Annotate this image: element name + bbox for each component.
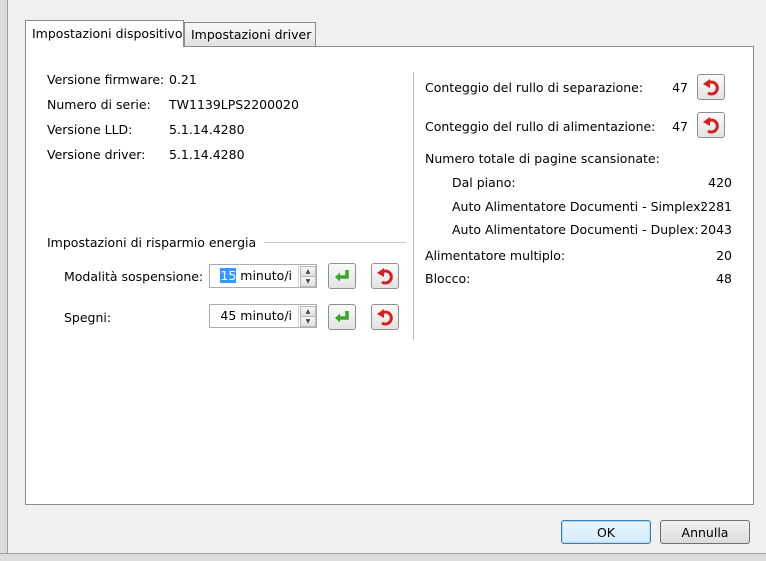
flatbed-label: Dal piano: [452,175,516,190]
sleep-mode-stepper[interactable]: 15 minuto/i ▲ ▼ [209,264,317,288]
driver-label: Versione driver: [47,147,146,162]
separation-roller-label: Conteggio del rullo di separazione: [425,80,644,95]
spin-down-icon[interactable]: ▼ [300,276,316,287]
spin-down-icon[interactable]: ▼ [300,316,316,327]
driver-value: 5.1.14.4280 [169,147,245,162]
lld-label: Versione LLD: [47,122,133,137]
feed-roller-label: Conteggio del rullo di alimentazione: [425,119,656,134]
sleep-mode-spin-buttons: ▲ ▼ [298,265,316,287]
sleep-mode-number: 15 [220,268,237,283]
tab-driver-settings[interactable]: Impostazioni driver [184,22,316,46]
flatbed-value: 420 [708,175,732,190]
jam-value: 48 [716,271,732,286]
serial-label: Numero di serie: [47,97,151,112]
total-pages-label: Numero totale di pagine scansionate: [425,151,660,166]
serial-value: TW1139LPS2200020 [169,97,299,112]
reset-red-undo-icon [703,79,719,96]
adf-simplex-label: Auto Alimentatore Documenti - Simplex: [452,199,705,214]
cancel-button[interactable]: Annulla [660,520,750,544]
sleep-apply-button[interactable] [328,263,356,289]
power-off-apply-button[interactable] [328,304,356,330]
reset-separation-roller-button[interactable] [697,74,725,100]
power-off-number: 45 [220,308,237,323]
lld-value: 5.1.14.4280 [169,122,245,137]
power-off-reset-button[interactable] [371,304,399,330]
power-off-value[interactable]: 45 minuto/i [220,308,292,323]
power-off-stepper[interactable]: 45 minuto/i ▲ ▼ [209,304,317,328]
sleep-mode-value[interactable]: 15 minuto/i [220,268,292,283]
separation-roller-value: 47 [672,80,688,95]
window-frame-bottom [0,553,766,561]
power-off-spin-buttons: ▲ ▼ [298,305,316,327]
power-off-label: Spegni: [64,310,112,325]
adf-duplex-label: Auto Alimentatore Documenti - Duplex: [452,222,699,237]
ok-button[interactable]: OK [561,520,651,544]
sleep-mode-unit: minuto/i [236,268,292,283]
vertical-separator [413,72,414,340]
power-off-unit: minuto/i [236,308,292,323]
reset-red-undo-icon [377,309,393,326]
feed-roller-value: 47 [672,119,688,134]
tab-device-settings[interactable]: Impostazioni dispositivo [25,20,184,47]
group-divider [264,242,406,243]
reset-red-undo-icon [703,117,719,134]
firmware-value: 0.21 [169,72,197,87]
reset-feed-roller-button[interactable] [697,112,725,138]
reset-red-undo-icon [377,268,393,285]
power-saving-group-title: Impostazioni di risparmio energia [47,235,257,250]
jam-label: Blocco: [425,271,471,286]
multifeed-value: 20 [716,248,732,263]
apply-green-arrow-icon [335,311,349,323]
firmware-label: Versione firmware: [47,72,165,87]
sleep-mode-label: Modalità sospensione: [64,269,204,284]
apply-green-arrow-icon [335,270,349,282]
window-frame-left [0,0,8,561]
multifeed-label: Alimentatore multiplo: [425,248,566,263]
adf-simplex-value: 2281 [700,199,732,214]
adf-duplex-value: 2043 [700,222,732,237]
sleep-reset-button[interactable] [371,263,399,289]
